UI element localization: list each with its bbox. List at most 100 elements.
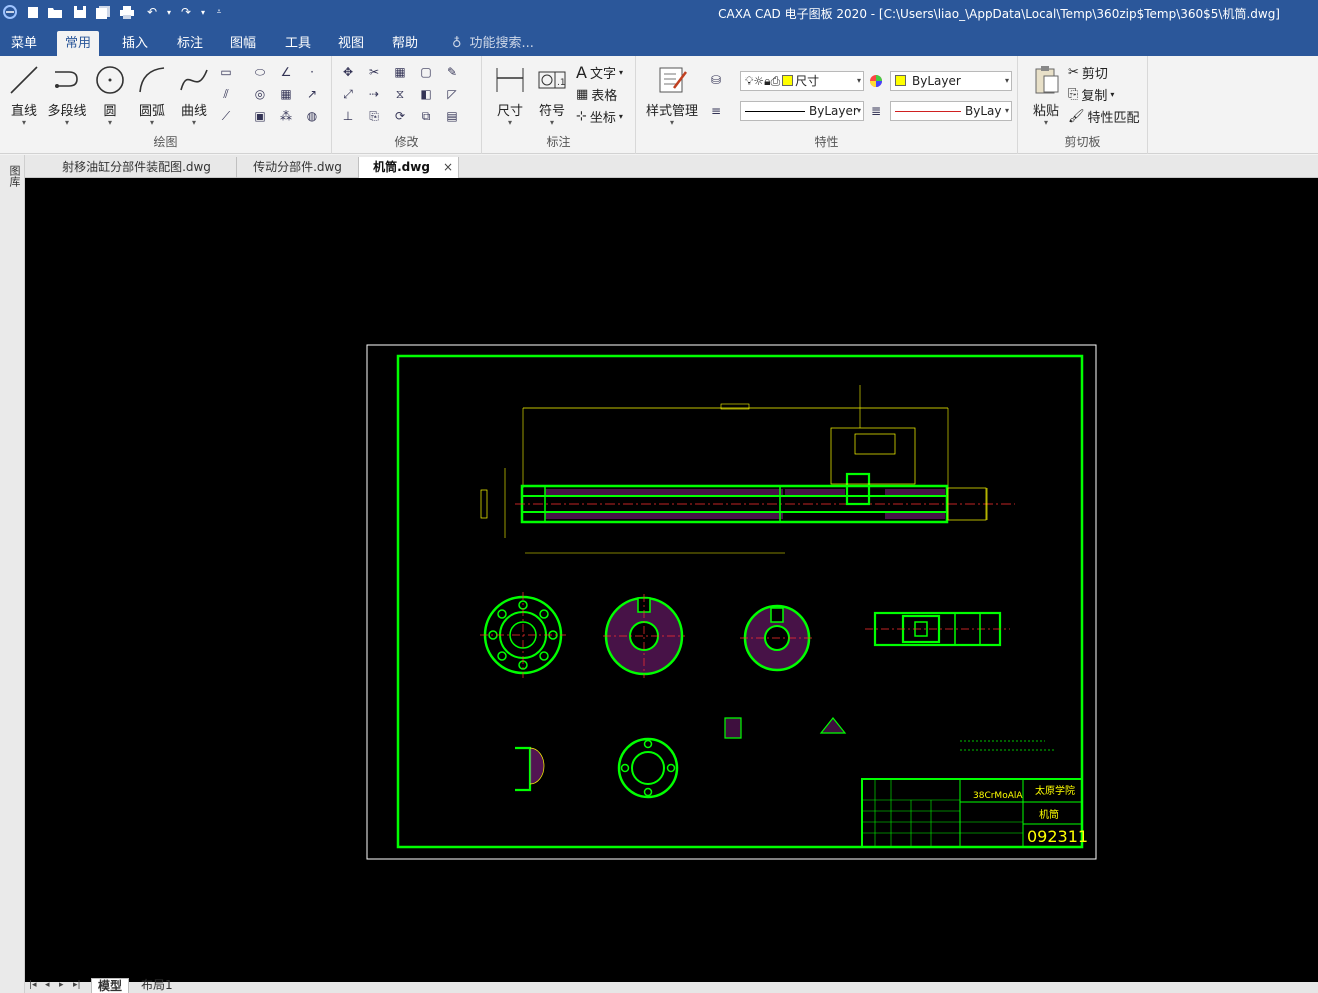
close-tab-icon[interactable]: × xyxy=(443,157,453,177)
arrow-icon[interactable]: ↗ xyxy=(302,84,322,104)
table-button[interactable]: ▦ 表格 xyxy=(576,85,617,104)
scale-icon[interactable]: ⤢ xyxy=(338,84,358,104)
line-button[interactable]: 直线 ▾ xyxy=(2,62,46,127)
next-layout-icon[interactable]: ▸ xyxy=(59,980,64,990)
section-slotted-view xyxy=(603,594,685,678)
coord-button[interactable]: ⊹ 坐标 ▾ xyxy=(576,107,623,126)
layout-tab-layout1[interactable]: 布局1 xyxy=(135,978,179,993)
move-icon[interactable]: ✥ xyxy=(338,62,358,82)
explode-icon[interactable]: ◧ xyxy=(416,84,436,104)
spline-icon[interactable]: ⟋ xyxy=(216,106,236,126)
cut-button[interactable]: ✂ 剪切 xyxy=(1068,63,1108,82)
match-properties-button[interactable]: 🖌︎ 特性匹配 xyxy=(1068,107,1140,126)
print-icon[interactable] xyxy=(118,3,136,21)
section-keyway-view xyxy=(740,604,815,672)
last-layout-icon[interactable]: ▸| xyxy=(73,980,81,990)
text-label: 文字 xyxy=(589,67,616,82)
ellipse-icon[interactable]: ⬭ xyxy=(250,62,270,82)
style-manager-button[interactable]: 样式管理 ▾ xyxy=(642,62,702,127)
color-wheel-icon[interactable] xyxy=(866,71,886,91)
first-layout-icon[interactable]: |◂ xyxy=(29,980,37,990)
doc-tab-label: 传动分部件.dwg xyxy=(253,160,342,174)
color-combo[interactable]: ByLayer ▾ xyxy=(890,71,1012,91)
extend-icon[interactable]: ⇢ xyxy=(364,84,384,104)
curve-icon xyxy=(176,62,212,98)
undo-icon[interactable]: ↶ xyxy=(143,3,161,21)
angle-line-icon[interactable]: ∠ xyxy=(276,62,296,82)
layer-list-icon[interactable]: ≡ xyxy=(706,101,726,121)
library-panel-tab[interactable]: 图库 xyxy=(6,165,22,187)
symbol-button[interactable]: .1 符号 ▾ xyxy=(530,62,574,127)
style-manager-icon xyxy=(654,62,690,98)
group-icon[interactable]: ⧉ xyxy=(416,106,436,126)
app-logo-icon[interactable] xyxy=(1,3,19,21)
rectangle-icon[interactable]: ▭ xyxy=(216,62,236,82)
copy-button[interactable]: ⎘ 复制 ▾ xyxy=(1068,85,1114,104)
menu-tab-common[interactable]: 常用 xyxy=(57,31,100,56)
polyline-button[interactable]: 多段线 ▾ xyxy=(44,62,90,127)
circle-button[interactable]: 圆 ▾ xyxy=(88,62,132,127)
undo-dropdown-icon[interactable]: ▾ xyxy=(160,3,178,21)
arc-button[interactable]: 圆弧 ▾ xyxy=(130,62,174,127)
multi-shape-icon[interactable]: ⁂ xyxy=(276,106,296,126)
brush-icon[interactable]: ✎ xyxy=(442,62,462,82)
menu-tab-help[interactable]: 帮助 xyxy=(384,31,426,56)
title-block-drawing-no: 092311 xyxy=(1027,827,1088,846)
hatch-pattern-icon[interactable]: ◎ xyxy=(250,84,270,104)
save-all-icon[interactable] xyxy=(94,3,112,21)
trim-icon[interactable]: ✂ xyxy=(364,62,384,82)
drawing-canvas[interactable]: 38CrMoAlA 太原学院 机筒 092311 xyxy=(25,178,1318,982)
linetype-combo-value: ByLayer xyxy=(809,104,858,118)
feature-search[interactable]: ♁ 功能搜索... xyxy=(452,31,534,56)
offset-icon[interactable]: ▢ xyxy=(416,62,436,82)
table-draw-icon[interactable]: ▦ xyxy=(276,84,296,104)
save-icon[interactable] xyxy=(71,3,89,21)
dimension-label: 尺寸 xyxy=(496,104,523,119)
properties-edit-icon[interactable]: ▤ xyxy=(442,106,462,126)
circle-icon xyxy=(92,62,128,98)
menu-tab-main[interactable]: 菜单 xyxy=(3,31,45,56)
cad-drawing: 38CrMoAlA 太原学院 机筒 092311 xyxy=(366,344,1097,860)
lineweight-combo[interactable]: ByLay ▾ xyxy=(890,101,1012,121)
new-file-icon[interactable] xyxy=(24,3,42,21)
layout-tab-model[interactable]: 模型 xyxy=(91,978,130,993)
fill-icon[interactable]: ◍ xyxy=(302,106,322,126)
layer-tools-icon[interactable]: ⛁ xyxy=(706,70,726,90)
prev-layout-icon[interactable]: ◂ xyxy=(45,980,50,990)
menu-tab-sheet[interactable]: 图幅 xyxy=(222,31,264,56)
doc-tab-transmission[interactable]: 传动分部件.dwg xyxy=(237,157,359,178)
linetype-combo[interactable]: ByLayer ▾ xyxy=(740,101,864,121)
block-icon[interactable]: ▣ xyxy=(250,106,270,126)
doc-tab-assembly[interactable]: 射移油缸分部件装配图.dwg xyxy=(37,157,237,178)
coord-label: 坐标 xyxy=(589,111,616,126)
customize-toolbar-icon[interactable]: ⩡ xyxy=(210,3,228,21)
stretch-icon[interactable]: ⊥ xyxy=(338,106,358,126)
chamfer-icon[interactable]: ◸ xyxy=(442,84,462,104)
symbol-label: 符号 xyxy=(538,104,565,119)
menu-tab-insert[interactable]: 插入 xyxy=(114,31,156,56)
text-button[interactable]: A 文字 ▾ xyxy=(576,63,623,82)
menu-tab-tools[interactable]: 工具 xyxy=(277,31,319,56)
dimension-button[interactable]: 尺寸 ▾ xyxy=(488,62,532,127)
menu-tab-view[interactable]: 视图 xyxy=(330,31,372,56)
parallel-line-icon[interactable]: ⫽ xyxy=(216,84,236,104)
doc-tab-barrel[interactable]: 机筒.dwg × xyxy=(359,157,459,178)
copy-modify-icon[interactable]: ⎘ xyxy=(364,106,384,126)
rotate-icon[interactable]: ⟳ xyxy=(390,106,410,126)
arc-icon xyxy=(134,62,170,98)
app-window: ↶ ▾ ↷ ▾ ⩡ CAXA CAD 电子图板 2020 - [C:\Users… xyxy=(0,0,1318,993)
point-icon[interactable]: · xyxy=(302,62,322,82)
curve-button[interactable]: 曲线 ▾ xyxy=(172,62,216,127)
color-swatch xyxy=(895,75,906,86)
title-block-part-name: 机筒 xyxy=(1039,808,1059,821)
open-folder-icon[interactable] xyxy=(46,3,64,21)
menu-tab-annotate[interactable]: 标注 xyxy=(169,31,211,56)
lineweight-icon[interactable]: ≣ xyxy=(866,101,886,121)
redo-icon[interactable]: ↷ xyxy=(177,3,195,21)
paste-button[interactable]: 粘贴 ▾ xyxy=(1024,62,1068,127)
layer-combo[interactable]: 💡︎☼🔒︎⎙ 尺寸 ▾ xyxy=(740,71,864,91)
layer-color-swatch xyxy=(782,75,794,86)
cut-label: 剪切 xyxy=(1081,67,1108,82)
mirror-icon[interactable]: ⧖ xyxy=(390,84,410,104)
array-icon[interactable]: ▦ xyxy=(390,62,410,82)
